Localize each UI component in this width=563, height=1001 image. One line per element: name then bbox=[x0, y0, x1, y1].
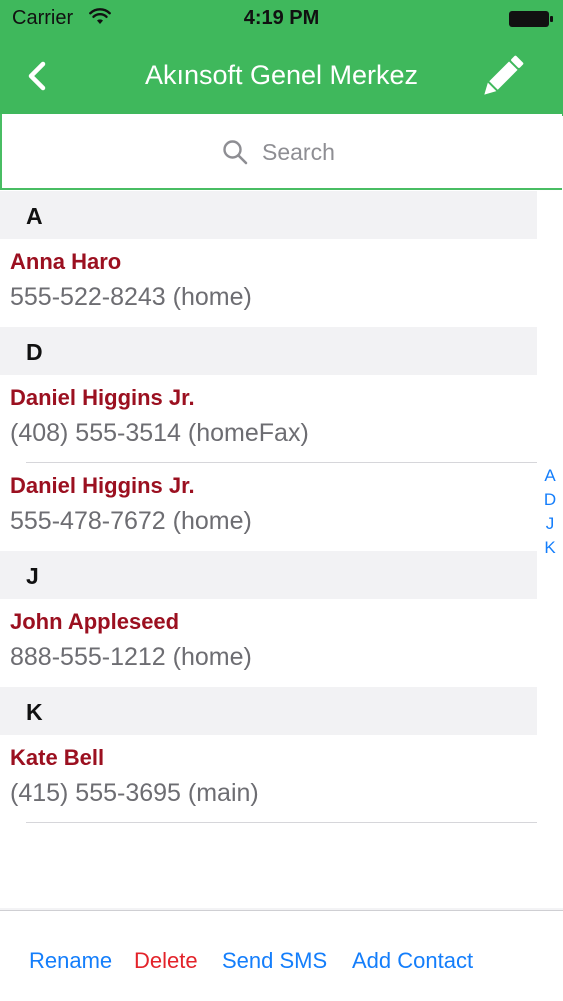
contact-name: John Appleseed bbox=[10, 609, 180, 634]
contact-name: Daniel Higgins Jr. bbox=[10, 473, 195, 498]
contact-name: Kate Bell bbox=[10, 745, 105, 770]
status-time: 4:19 PM bbox=[243, 7, 320, 29]
section-header-d: D bbox=[0, 327, 537, 375]
add-contact-button[interactable]: Add Contact bbox=[352, 948, 473, 974]
index-letter-j[interactable]: J bbox=[540, 512, 560, 536]
section-index: A D J K bbox=[540, 464, 560, 560]
contact-list: A Anna Haro 555-522-8243 (home) D Daniel… bbox=[0, 191, 537, 823]
contact-phone: (408) 555-3514 (homeFax) bbox=[10, 419, 309, 447]
delete-button[interactable]: Delete bbox=[134, 948, 198, 974]
row-separator bbox=[26, 822, 537, 823]
index-letter-d[interactable]: D bbox=[540, 488, 560, 512]
contact-row[interactable]: John Appleseed 888-555-1212 (home) bbox=[0, 599, 537, 687]
contact-phone: 888-555-1212 (home) bbox=[10, 643, 252, 671]
search-field[interactable] bbox=[222, 136, 412, 168]
section-header-j: J bbox=[0, 551, 537, 599]
contact-name: Anna Haro bbox=[10, 249, 122, 274]
search-icon bbox=[223, 140, 248, 165]
section-letter: K bbox=[26, 699, 43, 725]
contact-row[interactable]: Daniel Higgins Jr. (408) 555-3514 (homeF… bbox=[0, 375, 537, 463]
battery-icon bbox=[509, 11, 553, 27]
section-header-a: A bbox=[0, 191, 537, 239]
section-letter: J bbox=[26, 563, 39, 589]
contact-row[interactable]: Kate Bell (415) 555-3695 (main) bbox=[0, 735, 537, 823]
contact-row[interactable]: Anna Haro 555-522-8243 (home) bbox=[0, 239, 537, 327]
section-letter: D bbox=[26, 339, 43, 365]
index-letter-k[interactable]: K bbox=[540, 536, 560, 560]
navigation-bar: Akınsoft Genel Merkez bbox=[0, 40, 563, 116]
contact-name: Daniel Higgins Jr. bbox=[10, 385, 195, 410]
section-header-k: K bbox=[0, 687, 537, 735]
index-letter-a[interactable]: A bbox=[540, 464, 560, 488]
rename-button[interactable]: Rename bbox=[29, 948, 112, 974]
section-letter: A bbox=[26, 203, 43, 229]
pencil-icon bbox=[484, 55, 524, 95]
status-bar: Carrier 4:19 PM bbox=[0, 0, 563, 40]
contact-row[interactable]: Daniel Higgins Jr. 555-478-7672 (home) bbox=[0, 463, 537, 551]
search-bar bbox=[0, 114, 562, 190]
contact-phone: 555-522-8243 (home) bbox=[10, 283, 252, 311]
contact-phone: 555-478-7672 (home) bbox=[10, 507, 252, 535]
contact-phone: (415) 555-3695 (main) bbox=[10, 779, 259, 807]
edit-button[interactable] bbox=[478, 54, 526, 100]
send-sms-button[interactable]: Send SMS bbox=[222, 948, 327, 974]
search-input[interactable] bbox=[262, 138, 412, 166]
bottom-toolbar: Rename Delete Send SMS Add Contact bbox=[0, 910, 563, 1001]
